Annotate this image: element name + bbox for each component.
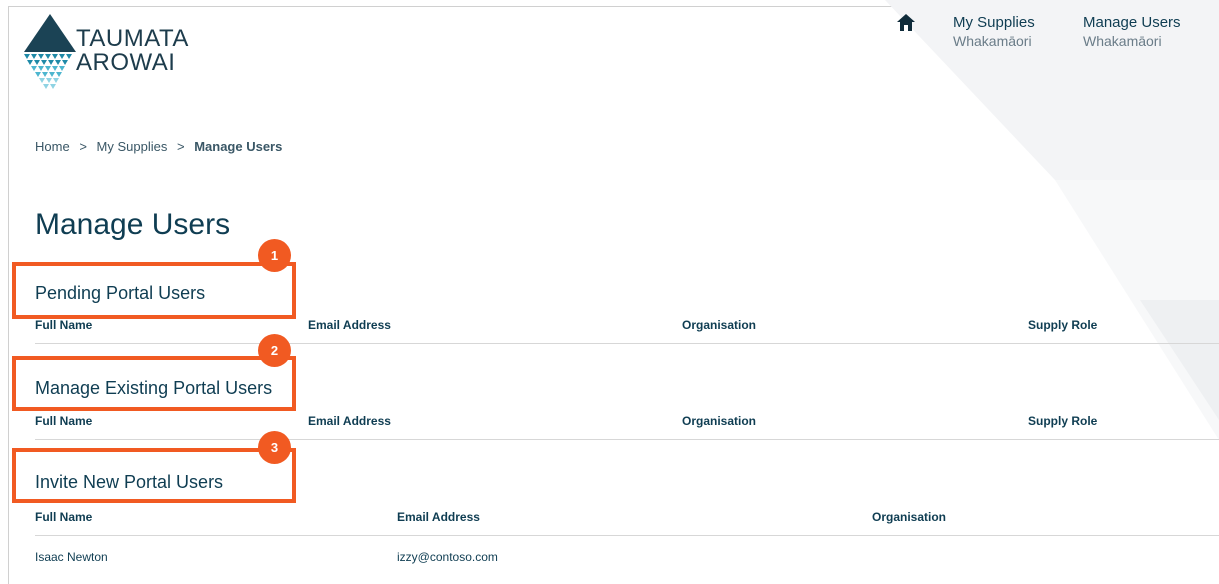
pending-col-full-name: Full Name: [35, 318, 93, 332]
existing-header-divider: [35, 439, 1219, 440]
home-icon[interactable]: [897, 14, 915, 36]
existing-col-supply-role: Supply Role: [1028, 414, 1098, 428]
nav-manage-users-sublabel: Whakamāori: [1083, 33, 1162, 49]
logo[interactable]: [24, 14, 76, 99]
breadcrumb-separator: >: [79, 139, 87, 154]
nav-manage-users[interactable]: Manage Users Whakamāori: [1083, 14, 1181, 49]
callout-box-3: [12, 448, 296, 503]
invite-col-full-name: Full Name: [35, 510, 93, 524]
callout-badge-3: 3: [258, 431, 291, 464]
existing-col-full-name: Full Name: [35, 414, 93, 428]
logo-line-2: AROWAI: [76, 49, 176, 76]
existing-col-organisation: Organisation: [682, 414, 757, 428]
callout-box-1: [12, 262, 296, 319]
breadcrumb-my-supplies[interactable]: My Supplies: [97, 139, 168, 154]
invite-row-email[interactable]: izzy@contoso.com: [397, 550, 498, 564]
pending-header-divider: [35, 343, 1219, 344]
nav-my-supplies-label: My Supplies: [953, 14, 1035, 31]
nav-my-supplies[interactable]: My Supplies Whakamāori: [953, 14, 1035, 49]
callout-badge-2: 2: [258, 334, 291, 367]
pending-col-email: Email Address: [308, 318, 391, 332]
pending-col-organisation: Organisation: [682, 318, 757, 332]
breadcrumb-home[interactable]: Home: [35, 139, 70, 154]
nav-manage-users-label: Manage Users: [1083, 14, 1181, 31]
page-title: Manage Users: [35, 208, 231, 241]
invite-col-email: Email Address: [397, 510, 480, 524]
pending-col-supply-role: Supply Role: [1028, 318, 1098, 332]
logo-text: TAUMATA AROWAI: [76, 27, 189, 75]
callout-badge-1: 1: [258, 239, 291, 272]
invite-header-divider: [35, 535, 1219, 536]
invite-col-organisation: Organisation: [872, 510, 947, 524]
breadcrumb-separator: >: [176, 139, 185, 154]
invite-row-full-name[interactable]: Isaac Newton: [35, 550, 108, 564]
nav-my-supplies-sublabel: Whakamāori: [953, 33, 1032, 49]
callout-box-2: [12, 356, 296, 411]
breadcrumb: Home > My Supplies > Manage Users: [35, 139, 282, 154]
logo-mark-icon: [24, 14, 76, 89]
existing-col-email: Email Address: [308, 414, 391, 428]
breadcrumb-current: Manage Users: [194, 139, 283, 154]
logo-line-1: TAUMATA: [76, 25, 189, 52]
